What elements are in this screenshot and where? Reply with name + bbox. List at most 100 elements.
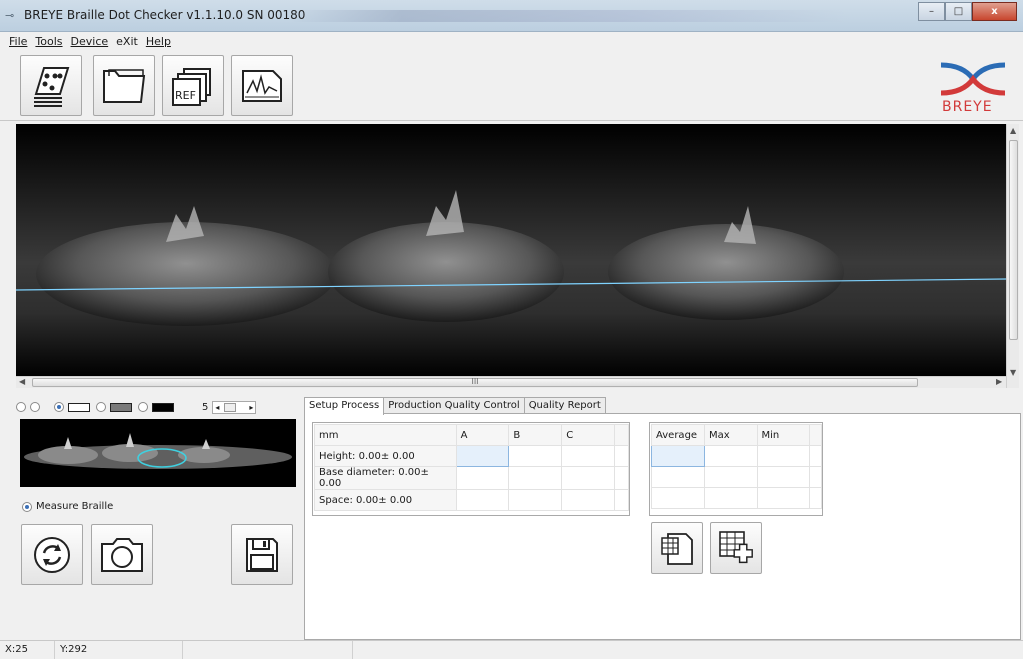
reference-button[interactable]: REF: [162, 55, 224, 116]
tab-production-quality-control[interactable]: Production Quality Control: [383, 397, 525, 414]
slider-left-icon[interactable]: ◂: [215, 403, 219, 412]
cell-height-extra[interactable]: [614, 445, 629, 467]
cell-base-extra[interactable]: [614, 466, 629, 490]
cell-base-a[interactable]: [455, 466, 510, 490]
window-title: BREYE Braille Dot Checker v1.1.10.0 SN 0…: [24, 8, 306, 22]
save-button[interactable]: [231, 524, 293, 585]
refresh-button[interactable]: [21, 524, 83, 585]
cell-extra-3[interactable]: [809, 487, 822, 509]
menu-tools-label: Tools: [35, 35, 63, 48]
option-radio-2[interactable]: [30, 402, 40, 412]
measure-braille-label: Measure Braille: [36, 501, 114, 512]
table-row: [651, 445, 822, 467]
cell-max-2[interactable]: [703, 466, 758, 488]
scroll-right-icon[interactable]: ▶: [996, 377, 1002, 386]
table-row: [651, 487, 822, 509]
cell-space-b[interactable]: [508, 489, 563, 511]
menu-bar: File Tools Device eXit Help: [0, 33, 1023, 51]
cell-height-a[interactable]: [455, 445, 510, 467]
measure-braille-option[interactable]: Measure Braille: [22, 501, 113, 512]
tab-quality-report[interactable]: Quality Report: [523, 397, 606, 414]
cell-max-1[interactable]: [703, 445, 758, 467]
cell-min-3[interactable]: [756, 487, 811, 509]
black-swatch: [152, 402, 174, 412]
cell-base-b[interactable]: [508, 466, 563, 490]
scroll-left-icon[interactable]: ◀: [19, 377, 25, 386]
menu-help[interactable]: Help: [143, 33, 176, 51]
cell-max-3[interactable]: [703, 487, 758, 509]
cell-min-2[interactable]: [756, 466, 811, 488]
capture-button[interactable]: [91, 524, 153, 585]
refresh-icon: [34, 536, 70, 573]
cell-extra-1[interactable]: [809, 445, 822, 467]
white-color-radio[interactable]: [54, 402, 64, 412]
viewer-vertical-scrollbar[interactable]: ▲ ▼: [1006, 124, 1019, 388]
gray-swatch: [110, 402, 132, 412]
black-color-radio[interactable]: [138, 402, 148, 412]
setup-process-panel: mm A B C Height: 0.00± 0.00 Base diamete…: [304, 413, 1021, 640]
cell-base-c[interactable]: [561, 466, 616, 490]
export-table-button[interactable]: [651, 522, 703, 574]
camera-icon: [101, 537, 143, 572]
status-bar: X:25 Y:292: [0, 640, 1023, 659]
menu-exit[interactable]: eXit: [113, 33, 143, 51]
header-a: A: [455, 424, 510, 446]
cell-height-b[interactable]: [508, 445, 563, 467]
scroll-up-icon[interactable]: ▲: [1010, 126, 1016, 135]
viewer-horizontal-scrollbar[interactable]: ◀ III ▶: [16, 376, 1006, 388]
menu-device-label: Device: [70, 35, 109, 48]
close-button[interactable]: x: [972, 2, 1017, 21]
status-x-coordinate: X:25: [0, 641, 55, 659]
logo-text: BREYE: [942, 99, 993, 115]
cell-avg-1[interactable]: [651, 445, 705, 467]
scroll-down-icon[interactable]: ▼: [1010, 368, 1016, 377]
zoom-slider[interactable]: ◂ ▸: [212, 400, 257, 414]
folder-icon: [103, 68, 146, 103]
braille-sheet-icon: [34, 66, 70, 107]
floppy-disk-icon: [246, 537, 278, 572]
display-options: 5 ◂ ▸: [16, 399, 257, 415]
table-row: Base diameter: 0.00± 0.00: [314, 466, 629, 490]
table-row: [651, 466, 822, 488]
table-row: Height: 0.00± 0.00: [314, 445, 629, 467]
cell-min-1[interactable]: [756, 445, 811, 467]
app-icon: ⊸: [5, 9, 15, 22]
slider-thumb[interactable]: [224, 402, 237, 412]
profile-graph-button[interactable]: [231, 55, 293, 116]
cell-extra-2[interactable]: [809, 466, 822, 488]
menu-file[interactable]: File: [6, 33, 32, 51]
header-max: Max: [703, 424, 758, 446]
measure-braille-radio[interactable]: [22, 501, 32, 512]
menu-tools[interactable]: Tools: [32, 33, 67, 51]
white-swatch: [68, 402, 90, 412]
header-min: Min: [756, 424, 811, 446]
header-blank: [614, 424, 629, 446]
table-header-row: Average Max Min: [651, 424, 822, 446]
row-base-diameter-label: Base diameter: 0.00± 0.00: [314, 466, 457, 490]
cell-space-c[interactable]: [561, 489, 616, 511]
menu-device[interactable]: Device: [68, 33, 114, 51]
status-cell-empty-1: [183, 641, 353, 659]
tab-strip: Setup Process Production Quality Control…: [304, 397, 606, 415]
vertical-scroll-thumb[interactable]: [1009, 140, 1018, 340]
braille-sheet-button[interactable]: [20, 55, 82, 116]
cell-height-c[interactable]: [561, 445, 616, 467]
menu-help-label: Help: [145, 35, 171, 48]
cell-space-extra[interactable]: [614, 489, 629, 511]
horizontal-scroll-thumb[interactable]: III: [32, 378, 918, 387]
slider-right-icon[interactable]: ▸: [249, 403, 253, 412]
open-folder-button[interactable]: [93, 55, 155, 116]
option-radio-1[interactable]: [16, 402, 26, 412]
gray-color-radio[interactable]: [96, 402, 106, 412]
preview-thumbnail[interactable]: [20, 419, 296, 487]
braille-image-viewer[interactable]: [16, 124, 1006, 376]
maximize-button[interactable]: □: [945, 2, 972, 21]
statistics-table: Average Max Min: [651, 424, 822, 509]
cell-avg-3[interactable]: [651, 487, 705, 509]
tab-setup-process[interactable]: Setup Process: [304, 397, 385, 415]
cell-avg-2[interactable]: [651, 466, 705, 488]
add-to-table-button[interactable]: [710, 522, 762, 574]
header-c: C: [561, 424, 616, 446]
minimize-button[interactable]: –: [918, 2, 945, 21]
cell-space-a[interactable]: [455, 489, 510, 511]
